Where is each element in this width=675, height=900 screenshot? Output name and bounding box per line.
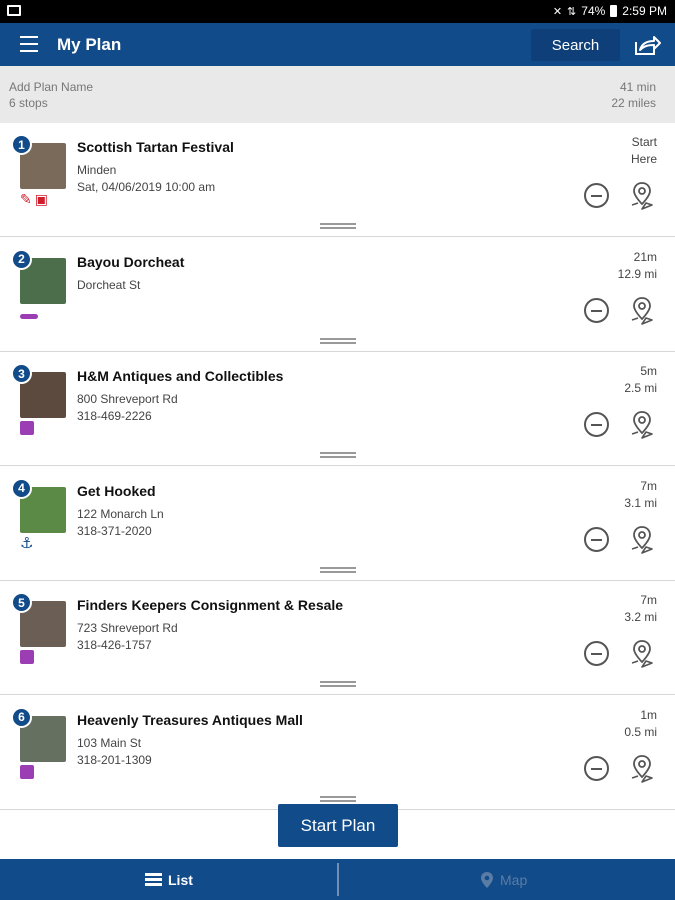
location-pin-icon[interactable] (629, 754, 655, 784)
stop-number-badge: 2 (11, 248, 32, 270)
total-time: 41 min (619, 80, 656, 94)
location-pin-icon[interactable] (629, 410, 655, 440)
event-category-icon: ✎ (20, 190, 32, 207)
stop-detail: 318-201-1309 (77, 752, 152, 767)
list-icon (145, 871, 162, 888)
tab-map-label: Map (500, 871, 528, 888)
plan-name-field[interactable]: Add Plan Name (9, 80, 93, 94)
shopping-category-icon (20, 421, 34, 435)
stop-location: Minden (77, 163, 117, 177)
map-pin-icon (481, 871, 493, 888)
stop-eta-distance: 0.5 mi (624, 724, 657, 739)
drag-handle[interactable] (320, 681, 356, 687)
stop-location: 122 Monarch Ln (77, 506, 164, 521)
tab-map[interactable]: Map (480, 859, 527, 900)
stop-number-badge: 3 (11, 363, 32, 384)
status-right: ✕ ⇅ 74% 2:59 PM (553, 4, 667, 18)
shopping-category-icon (20, 650, 34, 664)
location-pin-icon[interactable] (629, 639, 655, 669)
remove-stop-icon[interactable] (584, 297, 609, 323)
page-title: My Plan (57, 35, 122, 54)
drag-handle[interactable] (320, 337, 356, 344)
stop-detail: 318-469-2226 (77, 409, 152, 423)
status-bar: ✕ ⇅ 74% 2:59 PM (0, 0, 675, 23)
plan-summary: Add Plan Name 6 stops 41 min 22 miles (0, 66, 675, 123)
clock: 2:59 PM (622, 4, 667, 18)
stop-category: ⚓ (20, 534, 34, 552)
search-button[interactable]: Search (531, 29, 620, 61)
stop-number-badge: 4 (11, 477, 32, 499)
stop-title[interactable]: H&M Antiques and Collectibles (77, 368, 283, 384)
signal-icon: ⇅ (567, 5, 577, 18)
stop-category: ✎ ▣ (20, 191, 48, 207)
fishing-category-icon: ⚓ (20, 534, 34, 552)
stop-category (20, 649, 34, 665)
stop-title[interactable]: Bayou Dorcheat (77, 254, 184, 270)
stop-row[interactable]: 1 ✎ ▣ Scottish Tartan Festival Minden Sat, 04… (0, 123, 675, 237)
drag-handle[interactable] (320, 223, 356, 229)
stop-title[interactable]: Heavenly Treasures Antiques Mall (77, 712, 303, 728)
stop-title[interactable]: Finders Keepers Consignment & Resale (77, 597, 343, 613)
stop-detail: 318-371-2020 (77, 523, 152, 538)
stop-location: 103 Main St (77, 735, 142, 750)
nav-divider (337, 863, 339, 896)
stop-detail: Sat, 04/06/2019 10:00 am (77, 180, 216, 194)
drag-handle[interactable] (320, 795, 356, 802)
bottom-nav: List Map (0, 859, 675, 900)
stop-number-badge: 6 (11, 706, 32, 728)
kayak-category-icon (20, 314, 38, 319)
stop-row[interactable]: 5 Finders Keepers Consignment & Resale 723… (0, 581, 675, 695)
stop-eta-distance: 3.2 mi (624, 610, 657, 624)
drag-handle[interactable] (320, 452, 356, 458)
stop-count: 6 stops (9, 96, 48, 110)
remove-stop-icon[interactable] (584, 183, 609, 208)
shopping-category-icon (20, 764, 34, 779)
camera-category-icon: ▣ (34, 190, 48, 207)
stop-title[interactable]: Scottish Tartan Festival (77, 139, 234, 155)
stop-eta-time: 1m (640, 707, 657, 722)
location-pin-icon[interactable] (629, 525, 655, 555)
stop-number-badge: 1 (11, 134, 32, 155)
start-plan-button[interactable]: Start Plan (278, 804, 398, 847)
stop-eta-distance: 12.9 mi (617, 266, 657, 281)
menu-icon[interactable] (20, 36, 38, 52)
tab-list[interactable]: List (145, 859, 193, 900)
remove-stop-icon[interactable] (584, 755, 609, 781)
mute-icon: ✕ (552, 5, 563, 18)
remove-stop-icon[interactable] (584, 526, 609, 552)
battery-percent: 74% (581, 4, 606, 18)
stop-eta-distance: 3.1 mi (624, 495, 657, 510)
screenshot-icon (7, 5, 21, 16)
stop-eta-time: 21m (633, 249, 657, 264)
tab-list-label: List (168, 871, 193, 888)
location-pin-icon[interactable] (629, 296, 655, 326)
share-icon[interactable] (628, 29, 668, 61)
stop-category (20, 420, 34, 436)
stop-detail: 318-426-1757 (77, 638, 152, 652)
remove-stop-icon[interactable] (584, 412, 609, 437)
stop-eta-time: 7m (640, 593, 657, 607)
stop-row[interactable]: 4 ⚓ Get Hooked 122 Monarch Ln 318-371-2020 7m… (0, 466, 675, 581)
stop-location: 723 Shreveport Rd (77, 621, 178, 635)
battery-icon (610, 5, 618, 17)
stop-row[interactable]: 3 H&M Antiques and Collectibles 800 Shreve… (0, 352, 675, 466)
remove-stop-icon[interactable] (584, 641, 609, 666)
stop-eta-time: 7m (640, 478, 657, 493)
stop-eta-distance: 2.5 mi (624, 381, 657, 395)
app-bar: My Plan Search (0, 23, 675, 66)
stop-eta-time: 5m (640, 364, 657, 378)
stop-title[interactable]: Get Hooked (77, 483, 156, 499)
stop-location: 800 Shreveport Rd (77, 392, 178, 406)
total-distance: 22 miles (611, 96, 656, 110)
stop-number-badge: 5 (11, 592, 32, 613)
location-pin-icon[interactable] (629, 181, 655, 211)
stop-eta-distance: Here (630, 152, 657, 166)
drag-handle[interactable] (320, 566, 356, 573)
stop-row[interactable]: 2 Bayou Dorcheat Dorcheat St 21m 12.9 mi (0, 237, 675, 352)
stop-row[interactable]: 6 Heavenly Treasures Antiques Mall 103 Mai… (0, 695, 675, 810)
stop-eta-time: Start (631, 135, 657, 149)
stop-category (20, 764, 34, 780)
stop-category (20, 306, 38, 322)
stop-location: Dorcheat St (77, 277, 141, 292)
